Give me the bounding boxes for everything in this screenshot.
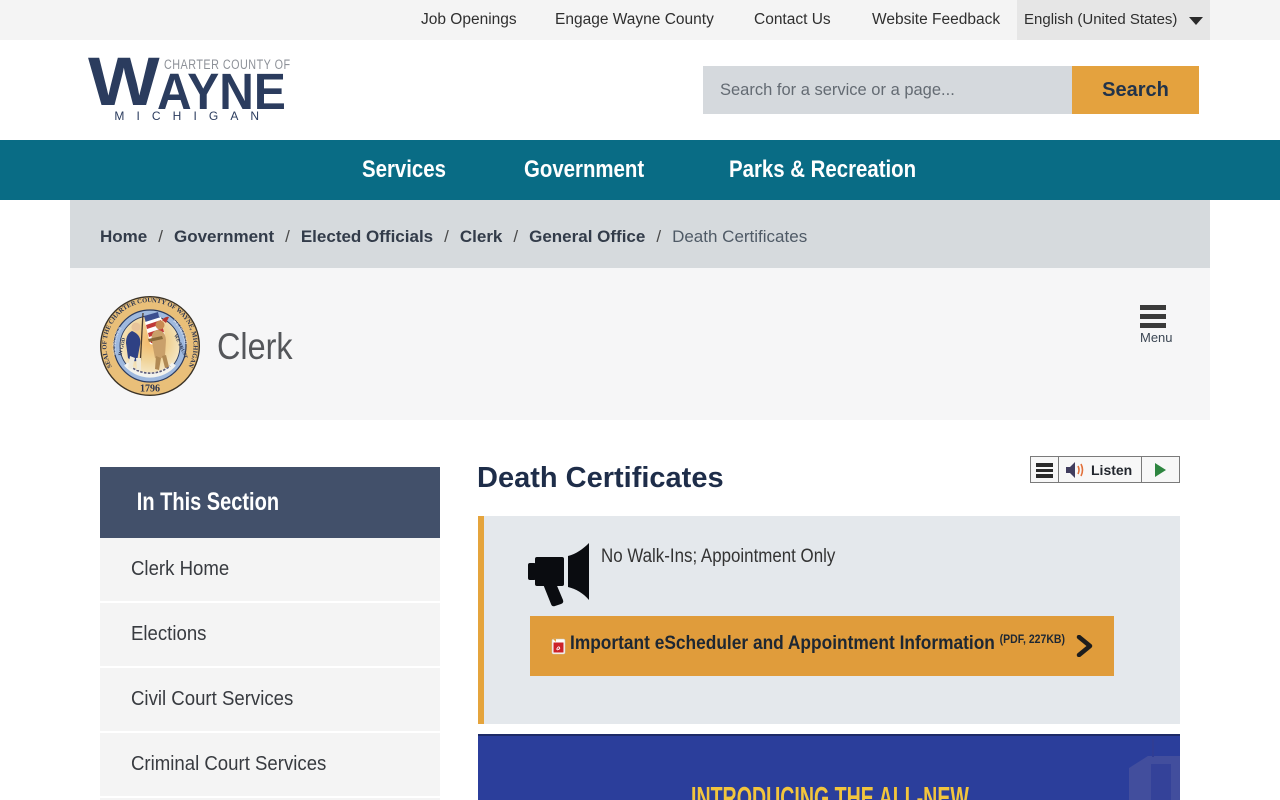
- svg-text:1796: 1796: [140, 384, 160, 395]
